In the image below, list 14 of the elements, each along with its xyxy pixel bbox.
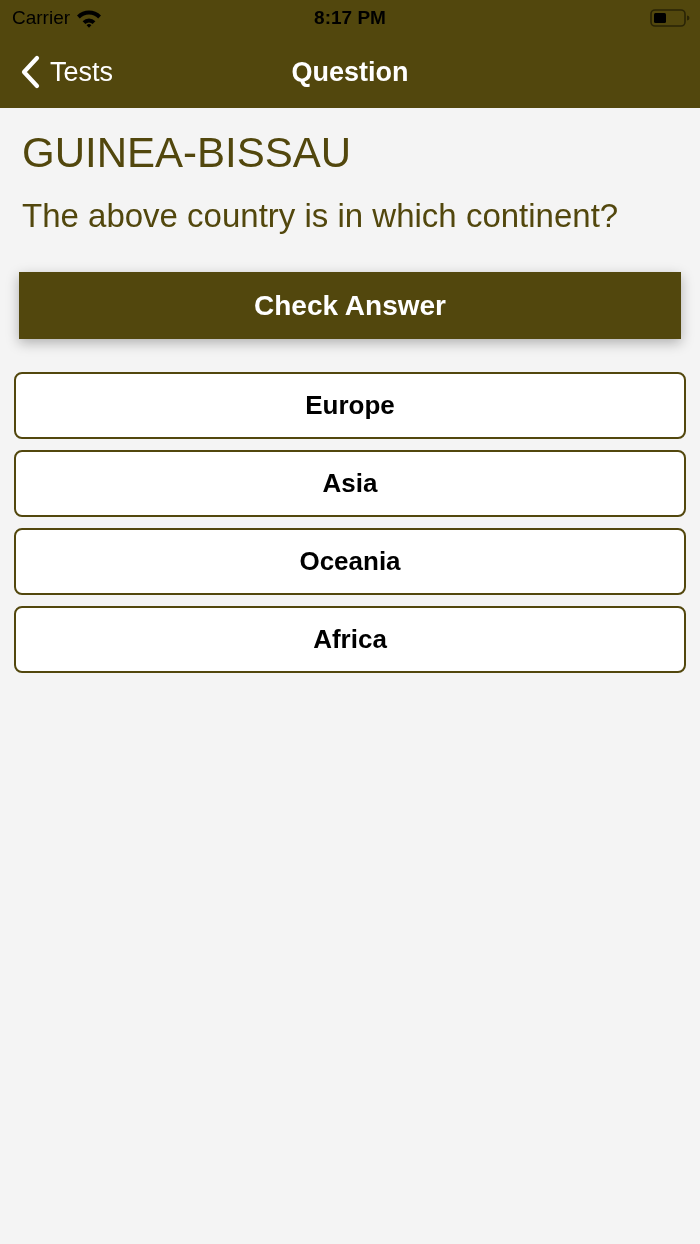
nav-title: Question [291, 56, 409, 87]
battery-icon [650, 9, 690, 27]
status-time: 8:17 PM [314, 7, 386, 28]
answer-option[interactable]: Africa [14, 606, 686, 673]
wifi-icon [76, 8, 103, 28]
answer-option[interactable]: Asia [14, 450, 686, 517]
country-name: GUINEA-BISSAU [22, 128, 353, 178]
answer-option[interactable]: Oceania [14, 528, 686, 595]
carrier-label: Carrier [12, 7, 71, 29]
back-button[interactable]: Tests [20, 55, 114, 89]
check-answer-button[interactable]: Check Answer [19, 272, 681, 339]
answer-option[interactable]: Europe [14, 372, 686, 439]
question-text: The above country is in which continent? [22, 196, 620, 236]
chevron-left-icon [20, 55, 40, 89]
